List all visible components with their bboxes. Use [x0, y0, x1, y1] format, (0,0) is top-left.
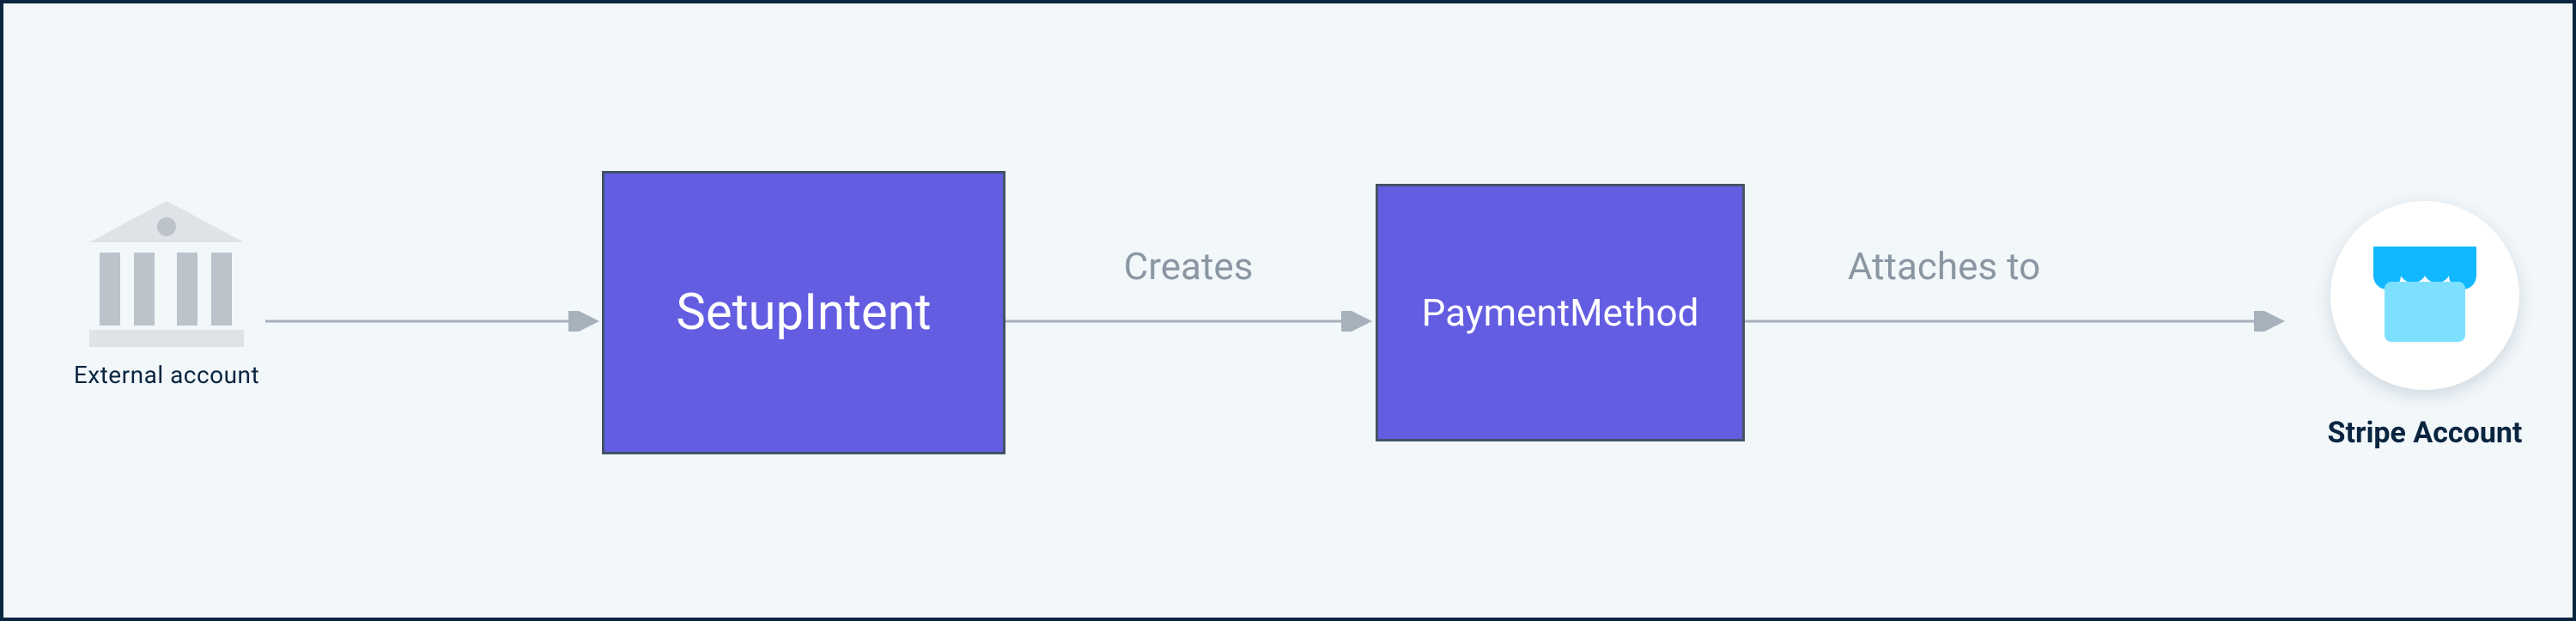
attaches-to-label: Attaches to — [1772, 244, 2116, 289]
arrow-setupintent-to-paymentmethod — [1005, 311, 1377, 314]
paymentmethod-node: PaymentMethod — [1376, 184, 1745, 441]
bank-icon — [46, 201, 287, 347]
stripe-account-circle — [2330, 201, 2519, 390]
stripe-account-node: Stripe Account — [2305, 201, 2545, 450]
setupintent-node: SetupIntent — [602, 171, 1005, 454]
setupintent-label: SetupIntent — [676, 283, 931, 342]
arrow-paymentmethod-to-stripe — [1745, 311, 2290, 314]
paymentmethod-label: PaymentMethod — [1422, 290, 1699, 335]
storefront-icon — [2369, 242, 2481, 349]
diagram-frame: External account SetupIntent Creates — [0, 0, 2576, 621]
external-account-node: External account — [46, 201, 287, 389]
external-account-label: External account — [46, 361, 287, 389]
creates-label: Creates — [1017, 244, 1360, 289]
arrow-ext-to-setupintent — [265, 311, 605, 314]
stripe-account-label: Stripe Account — [2305, 416, 2545, 450]
